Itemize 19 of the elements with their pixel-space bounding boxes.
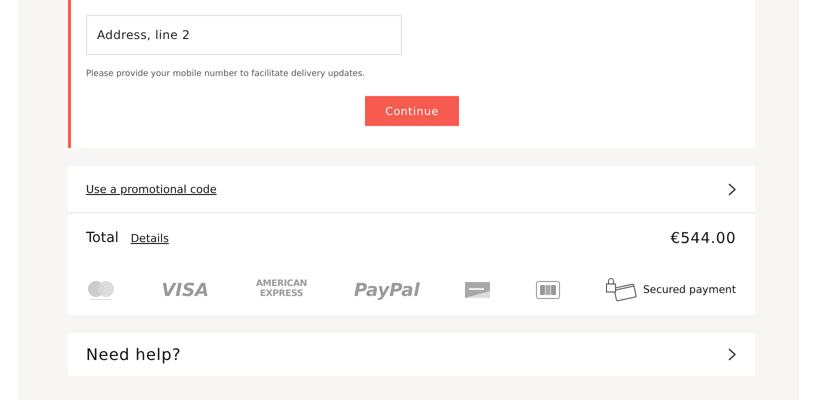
total-label: Total (86, 230, 119, 246)
hint-text: Please provide your mobile number to facilitate delivery updates. (86, 69, 366, 79)
address-input-field[interactable]: Address, line 2 (86, 15, 402, 55)
card-logo-icon (86, 279, 116, 301)
help-title: Need help? (86, 345, 181, 364)
card-logo-icon (465, 282, 490, 298)
chevron-right-icon (728, 182, 736, 196)
help-row[interactable]: Need help? (68, 333, 755, 376)
details-link[interactable]: Details (130, 232, 169, 244)
card-logo: AMERICAN EXPRESS (254, 280, 308, 300)
card-logo-icon (536, 281, 560, 299)
chevron-right-icon (728, 348, 736, 361)
card-logo: VISA (161, 280, 209, 300)
promo-row[interactable]: Use a promotional code (68, 166, 755, 213)
total-amount: €544.00 (670, 229, 736, 247)
card-logo: PayPal (354, 280, 420, 300)
secured-payment-text: Secured payment (643, 284, 736, 296)
promo-link[interactable]: Use a promotional code (86, 182, 217, 196)
lock-card-icon (605, 277, 638, 303)
